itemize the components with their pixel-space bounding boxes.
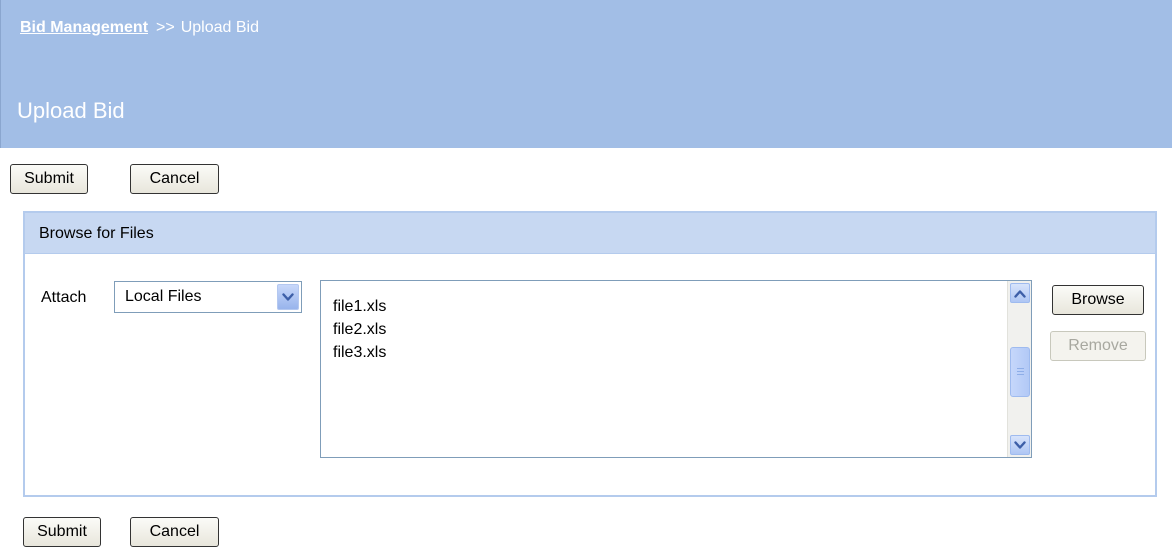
page-title: Upload Bid: [17, 98, 125, 123]
list-item[interactable]: file1.xls: [333, 295, 386, 318]
vertical-scrollbar[interactable]: [1007, 281, 1031, 457]
cancel-button-top[interactable]: Cancel: [130, 164, 219, 194]
panel-title: Browse for Files: [39, 225, 154, 242]
attach-label: Attach: [41, 289, 87, 306]
browse-files-panel: Browse for Files Attach Local Files file…: [23, 211, 1157, 497]
attach-source-select[interactable]: Local Files: [114, 281, 302, 313]
scrollbar-thumb[interactable]: [1010, 347, 1030, 397]
panel-header: Browse for Files: [25, 213, 1155, 254]
breadcrumb: Bid Management >> Upload Bid: [20, 19, 259, 37]
breadcrumb-separator: >>: [156, 19, 175, 36]
scroll-down-button[interactable]: [1010, 435, 1030, 455]
remove-button[interactable]: Remove: [1050, 331, 1146, 361]
page-header: Bid Management >> Upload Bid Upload Bid: [0, 0, 1172, 148]
file-listbox[interactable]: file1.xls file2.xls file3.xls: [320, 280, 1032, 458]
scroll-up-button[interactable]: [1010, 283, 1030, 303]
submit-button-bottom[interactable]: Submit: [23, 517, 101, 547]
file-list: file1.xls file2.xls file3.xls: [333, 295, 386, 364]
cancel-button-bottom[interactable]: Cancel: [130, 517, 219, 547]
list-item[interactable]: file3.xls: [333, 341, 386, 364]
breadcrumb-current: Upload Bid: [180, 19, 259, 36]
breadcrumb-link-bid-management[interactable]: Bid Management: [20, 19, 148, 36]
submit-button-top[interactable]: Submit: [10, 164, 88, 194]
chevron-down-icon[interactable]: [277, 284, 299, 310]
browse-button[interactable]: Browse: [1052, 285, 1144, 315]
attach-source-value: Local Files: [125, 288, 202, 305]
list-item[interactable]: file2.xls: [333, 318, 386, 341]
chevron-down-icon: [1014, 440, 1026, 449]
chevron-up-icon: [1014, 289, 1026, 298]
